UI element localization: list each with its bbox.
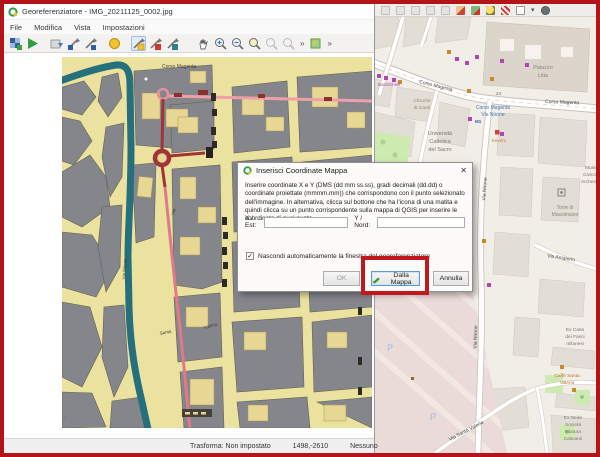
hide-window-checkbox[interactable]: ✓: [246, 252, 254, 260]
svg-text:Kevin's: Kevin's: [492, 138, 507, 143]
qgis-logo-icon: [8, 7, 18, 17]
svg-text:Ex Sede: Ex Sede: [564, 415, 582, 421]
svg-text:Caffè Santa: Caffè Santa: [554, 373, 580, 379]
svg-text:Corso Magenta: Corso Magenta: [162, 64, 196, 70]
svg-text:Torre di: Torre di: [557, 205, 574, 211]
status-transform: Trasforma: Non impostato: [190, 443, 271, 450]
georeferencer-titlebar: Georeferenziatore - IMG_20211125_0002.jp…: [4, 4, 374, 20]
georeferencer-menubar: File Modifica Vista Impostazioni: [4, 20, 374, 34]
dialog-titlebar[interactable]: Inserisci Coordinate Mappa ✕: [238, 163, 472, 178]
gcp-table-icon[interactable]: [49, 36, 64, 51]
new-layer-icon[interactable]: [471, 6, 480, 15]
map-marker-icon[interactable]: [456, 6, 465, 15]
svg-text:Corso Magenta: Corso Magenta: [476, 105, 510, 111]
georeferencer-statusbar: Trasforma: Non impostato 1498,-2610 Ness…: [4, 438, 374, 453]
cancel-button[interactable]: Annulla: [433, 271, 469, 286]
save-gcp-icon[interactable]: [83, 36, 98, 51]
svg-text:M1: M1: [475, 119, 482, 124]
svg-text:Ex Casa: Ex Casa: [566, 327, 584, 333]
x-east-input[interactable]: [264, 217, 348, 228]
zoom-last-icon[interactable]: [264, 36, 279, 51]
menu-file[interactable]: File: [4, 23, 28, 32]
canvas-corner-note: ut: [62, 415, 67, 421]
raster-scale-cartouche: [182, 409, 212, 417]
disabled-tool-icon: [426, 6, 435, 15]
open-raster-icon[interactable]: [8, 36, 23, 51]
toolbar-overflow-icon-2[interactable]: »: [324, 39, 334, 48]
move-point-icon[interactable]: [165, 36, 180, 51]
dialog-title: Inserisci Coordinate Mappa: [256, 166, 460, 175]
zoom-in-icon[interactable]: [213, 36, 228, 51]
svg-text:Via Nirone: Via Nirone: [481, 112, 504, 118]
ok-button[interactable]: OK: [323, 271, 360, 286]
zoom-next-icon[interactable]: [281, 36, 296, 51]
svg-text:Valeria: Valeria: [560, 380, 575, 386]
menu-impostazioni[interactable]: Impostazioni: [97, 23, 151, 32]
svg-text:milanesi: milanesi: [566, 341, 584, 347]
georeferencer-toolbar: » »: [4, 34, 374, 53]
svg-text:del Sacro: del Sacro: [428, 147, 451, 153]
georef-raster-icon[interactable]: [308, 36, 323, 51]
zoom-to-layer-icon[interactable]: [247, 36, 262, 51]
y-north-input[interactable]: [377, 217, 465, 228]
qgis-main-toolbar: ▾: [375, 4, 596, 17]
svg-text:di Carol: di Carol: [414, 105, 431, 111]
disabled-tool-icon: [381, 6, 390, 15]
disabled-tool-icon: [396, 6, 405, 15]
status-coordinates: 1498,-2610: [293, 443, 328, 450]
zoom-out-icon[interactable]: [230, 36, 245, 51]
clothing-shop-icon: [495, 130, 500, 135]
annotation-highlight-rect: [361, 256, 429, 295]
x-east-label: X / Est:: [245, 215, 261, 229]
window-title: Georeferenziatore - IMG_20211125_0002.jp…: [22, 7, 173, 16]
transformation-settings-icon[interactable]: [107, 36, 122, 51]
globe-icon[interactable]: [541, 6, 550, 15]
start-georeferencing-icon[interactable]: [25, 36, 40, 51]
svg-text:Via: Via: [171, 208, 177, 216]
toolbar-overflow-icon[interactable]: »: [297, 39, 307, 48]
screenshot-frame: ▾: [0, 0, 600, 457]
qgis-logo-icon: [243, 166, 252, 175]
svg-text:Via Nirone: Via Nirone: [473, 325, 480, 349]
close-icon[interactable]: ✕: [460, 166, 467, 175]
menu-vista[interactable]: Vista: [68, 23, 97, 32]
svg-text:Cattolica: Cattolica: [429, 139, 451, 145]
svg-text:Massimiano: Massimiano: [552, 212, 579, 218]
svg-text:Cascami: Cascami: [564, 436, 583, 442]
svg-text:Filatura: Filatura: [565, 429, 581, 435]
svg-text:P: P: [387, 343, 393, 353]
svg-text:Archeolo: Archeolo: [581, 179, 596, 185]
insert-map-coordinates-dialog: Inserisci Coordinate Mappa ✕ Inserire co…: [237, 162, 473, 292]
svg-text:Palazzo: Palazzo: [533, 65, 553, 71]
svg-text:Baronchelli: Baronchelli: [378, 82, 400, 87]
y-north-label: Y / Nord:: [354, 215, 374, 229]
measure-icon[interactable]: [501, 6, 510, 15]
add-point-icon[interactable]: [131, 36, 146, 51]
delete-point-icon[interactable]: [148, 36, 163, 51]
svg-text:Università: Università: [428, 131, 453, 137]
svg-text:Muse: Muse: [585, 165, 596, 171]
disabled-tool-icon: [441, 6, 450, 15]
svg-text:Civico: Civico: [583, 172, 596, 178]
layout-icon[interactable]: [516, 6, 525, 15]
svg-text:Litta: Litta: [538, 73, 549, 79]
load-gcp-icon[interactable]: [66, 36, 81, 51]
identify-icon[interactable]: [486, 6, 495, 15]
pan-icon[interactable]: [196, 36, 211, 51]
menu-modifica[interactable]: Modifica: [28, 23, 68, 32]
svg-text:24: 24: [496, 91, 502, 96]
svg-text:Società: Società: [565, 422, 581, 428]
svg-text:P: P: [430, 412, 436, 422]
svg-text:Corso Magenta: Corso Magenta: [545, 99, 580, 106]
status-crs: Nessuno: [350, 443, 378, 450]
disabled-tool-icon: [411, 6, 420, 15]
dropdown-caret-icon[interactable]: ▾: [531, 6, 535, 14]
svg-text:dei Fasci: dei Fasci: [565, 334, 584, 340]
svg-text:Chicche: Chicche: [413, 98, 431, 104]
